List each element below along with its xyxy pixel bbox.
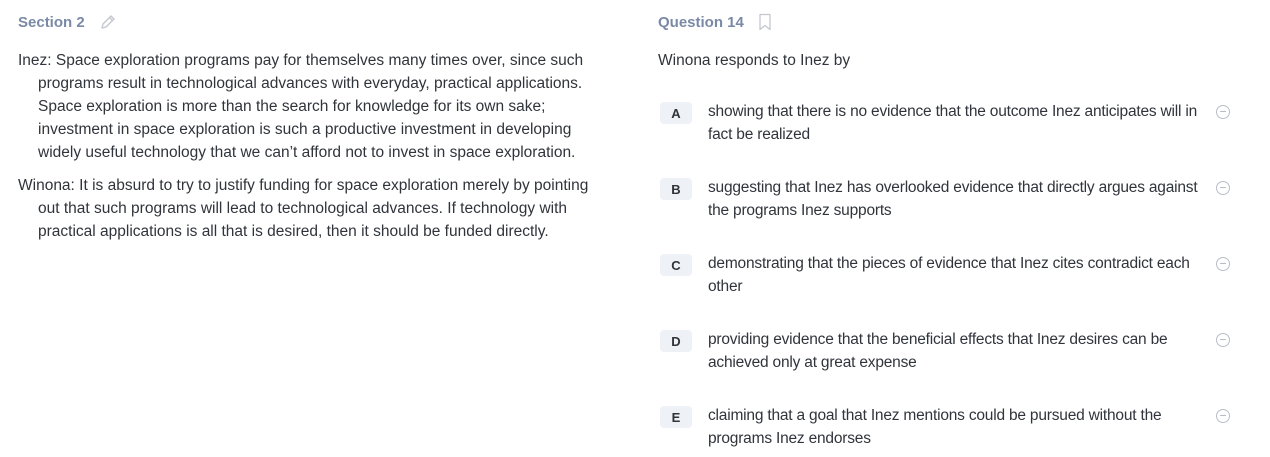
choice-letter[interactable]: B <box>660 178 692 200</box>
eliminate-icon[interactable] <box>1216 181 1230 195</box>
choice-text[interactable]: suggesting that Inez has overlooked evid… <box>708 176 1208 222</box>
question-stem: Winona responds to Inez by <box>658 52 851 69</box>
eliminate-icon[interactable] <box>1216 333 1230 347</box>
question-header: Question 14 <box>658 13 772 31</box>
choice-text[interactable]: showing that there is no evidence that t… <box>708 100 1208 146</box>
choice-letter[interactable]: D <box>660 330 692 352</box>
choice-text[interactable]: demonstrating that the pieces of evidenc… <box>708 252 1208 298</box>
passage-paragraph-inez: Inez: Space exploration programs pay for… <box>18 52 584 161</box>
question-title: Question 14 <box>658 13 744 31</box>
pencil-icon[interactable] <box>99 13 117 31</box>
eliminate-icon[interactable] <box>1216 105 1230 119</box>
bookmark-icon[interactable] <box>758 13 772 31</box>
eliminate-icon[interactable] <box>1216 409 1230 423</box>
section-title: Section 2 <box>18 13 85 31</box>
choice-letter[interactable]: A <box>660 102 692 124</box>
choice-letter[interactable]: E <box>660 406 692 428</box>
eliminate-icon[interactable] <box>1216 257 1230 271</box>
choice-text[interactable]: claiming that a goal that Inez mentions … <box>708 404 1208 450</box>
section-header: Section 2 <box>18 13 117 31</box>
choice-text[interactable]: providing evidence that the beneficial e… <box>708 328 1208 374</box>
passage-paragraph-winona: Winona: It is absurd to try to justify f… <box>18 177 589 240</box>
choice-letter[interactable]: C <box>660 254 692 276</box>
passage-text: Inez: Space exploration programs pay for… <box>18 49 598 253</box>
